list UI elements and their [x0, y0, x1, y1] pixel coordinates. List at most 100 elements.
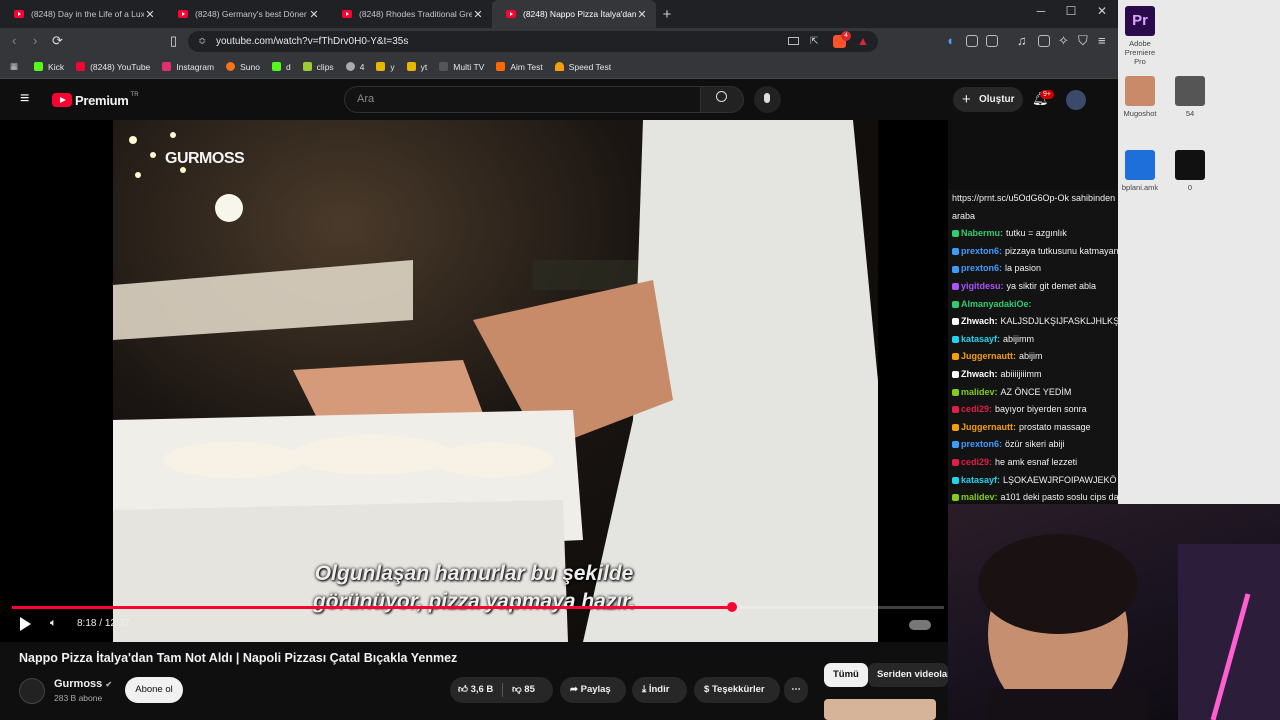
chat-username[interactable]: prexton6: — [961, 263, 1002, 273]
chat-username[interactable]: cedi29: — [961, 457, 992, 467]
bookmark-item[interactable]: d — [271, 62, 291, 72]
chat-badge-icon — [952, 388, 959, 396]
account-avatar[interactable] — [1066, 90, 1086, 110]
video-title: Nappo Pizza İtalya'dan Tam Not Aldı | Na… — [19, 651, 458, 665]
play-icon[interactable] — [20, 617, 31, 631]
chat-username[interactable]: Nabermu: — [961, 228, 1003, 238]
video-player[interactable]: GURMOSS Olgunlaşan hamurlar bu şekilde g… — [0, 120, 948, 642]
bookmark-item[interactable]: Kick — [34, 62, 64, 72]
address-bar[interactable]: ≎ youtube.com/watch?v=fThDrv0H0-Y&t=35s … — [188, 31, 878, 52]
bookmark-item[interactable]: Instagram — [162, 62, 214, 72]
chat-badge-icon — [952, 247, 959, 255]
bookmark-item[interactable]: Suno — [226, 62, 260, 72]
menu-icon[interactable]: ≡ — [1098, 33, 1106, 48]
chat-badge-icon — [952, 371, 959, 379]
stream-chat-overlay: https://prnt.sc/u5OdG6Op-Ok sahibinden d… — [948, 190, 1118, 502]
chat-username[interactable]: malidev: — [961, 492, 998, 502]
chat-username[interactable]: katasayf: — [961, 334, 1000, 344]
close-tab-icon[interactable]: ✕ — [144, 8, 156, 21]
apps-grid-icon[interactable]: ▦ — [10, 61, 18, 72]
bookmark-item[interactable]: 4 — [345, 62, 364, 72]
chat-username[interactable]: Juggernautt: — [961, 351, 1016, 361]
more-actions-button[interactable]: ⋯ — [784, 677, 808, 703]
leo-icon[interactable]: ✧ — [1058, 33, 1069, 49]
browser-tab[interactable]: (8248) Day in the Life of a Luxury Car✕ — [0, 0, 164, 28]
forward-icon[interactable]: › — [33, 33, 37, 48]
close-window-icon[interactable]: ✕ — [1087, 4, 1117, 18]
chat-username[interactable]: malidev: — [961, 387, 998, 397]
chat-username[interactable]: Juggernautt: — [961, 422, 1016, 432]
subscribe-button[interactable]: Abone ol — [125, 677, 183, 703]
cast-icon[interactable] — [788, 37, 799, 45]
chat-message: Zhwach:KALJSDJLKŞIJFASKLJHLKŞJASHJKLŞASD… — [952, 313, 1118, 331]
search-button[interactable] — [700, 86, 744, 113]
brave-rewards-icon[interactable]: ▲ — [857, 31, 869, 52]
desktop-icon-0[interactable]: 0 — [1168, 150, 1212, 192]
extensions-icon[interactable] — [986, 35, 998, 47]
chat-message: prexton6:pizzaya tutkusunu katmayanlarla… — [952, 243, 1118, 261]
youtube-logo[interactable]: Premium TR — [52, 92, 139, 108]
bookmark-folder[interactable]: y — [376, 62, 395, 72]
progress-bar[interactable] — [12, 602, 944, 612]
chip-series[interactable]: Seriden videolar — [868, 663, 948, 687]
desktop-icon-bplani[interactable]: bplani.amk — [1118, 150, 1162, 192]
thanks-button[interactable]: $ Teşekkürler — [694, 677, 780, 703]
minimize-icon[interactable]: ─ — [1026, 4, 1056, 18]
create-button[interactable]: + Oluştur — [953, 87, 1023, 112]
chat-username[interactable]: yigitdesu: — [961, 281, 1004, 291]
bookmark-icon[interactable]: ▯ — [170, 33, 177, 49]
close-tab-icon[interactable]: ✕ — [308, 8, 320, 21]
chat-username[interactable]: cedi29: — [961, 404, 992, 414]
desktop-icon-mugoshot[interactable]: Mugoshot — [1118, 76, 1162, 118]
chat-username[interactable]: Zhwach: — [961, 316, 998, 326]
site-info-icon[interactable]: ≎ — [198, 31, 206, 52]
bookmark-item[interactable]: clips — [302, 62, 334, 72]
vpn-icon[interactable]: ⛉ — [1078, 33, 1088, 49]
download-button[interactable]: ⤓ İndir — [632, 677, 687, 703]
bookmark-item[interactable]: (8248) YouTube — [76, 62, 150, 72]
chat-badge-icon — [952, 300, 959, 308]
search-input[interactable]: Ara — [344, 86, 701, 113]
bookmark-item[interactable]: Multi TV — [439, 62, 484, 72]
like-button[interactable]: 👍︎ 3,6 B — [458, 677, 493, 703]
wallet-icon[interactable] — [1038, 35, 1050, 47]
maximize-icon[interactable]: ☐ — [1056, 4, 1086, 18]
voice-search-button[interactable] — [754, 86, 781, 113]
bookmark-folder[interactable]: yt — [406, 62, 427, 72]
dislike-button[interactable]: 👎︎ 85 — [512, 677, 535, 703]
music-icon[interactable]: ♫ — [1017, 33, 1027, 48]
new-tab-button[interactable]: + — [656, 6, 678, 23]
chat-username[interactable]: prexton6: — [961, 439, 1002, 449]
download-icon: ⤓ — [642, 684, 647, 695]
chat-username[interactable]: prexton6: — [961, 246, 1002, 256]
notification-badge: 9+ — [1040, 90, 1054, 99]
bookmark-item[interactable]: Speed Test — [554, 62, 611, 72]
chip-all[interactable]: Tümü — [824, 663, 868, 687]
chat-username[interactable]: AlmanyadakiOe: — [961, 299, 1032, 309]
recommended-thumbnail[interactable] — [824, 699, 936, 720]
desktop-icon-premiere[interactable]: Pr Adobe Premiere Pro — [1118, 6, 1162, 66]
browser-tab-active[interactable]: (8248) Nappo Pizza İtalya'dan Tam✕ — [492, 0, 656, 28]
hamburger-menu-icon[interactable]: ≡ — [20, 90, 29, 108]
browser-tab-strip: (8248) Day in the Life of a Luxury Car✕ … — [0, 0, 1118, 28]
close-tab-icon[interactable]: ✕ — [472, 8, 484, 21]
close-tab-icon[interactable]: ✕ — [636, 8, 648, 21]
volume-icon[interactable]: 🔈︎ — [50, 617, 57, 630]
autoplay-toggle[interactable] — [909, 620, 931, 630]
channel-avatar[interactable] — [19, 678, 45, 704]
bookmark-item[interactable]: Aim Test — [496, 62, 543, 72]
desktop-icon-54[interactable]: 54 — [1168, 76, 1212, 118]
browser-tab[interactable]: (8248) Rhodes Traditional Greek Koko✕ — [328, 0, 492, 28]
channel-name[interactable]: Gurmoss ✔ — [54, 678, 112, 690]
reader-icon[interactable] — [966, 35, 978, 47]
share-icon[interactable]: ⇱ — [810, 31, 818, 52]
browser-tab[interactable]: (8248) Germany's best Döner Kebap!✕ — [164, 0, 328, 28]
chat-message: prexton6: özür sikeri abiji — [952, 436, 1118, 454]
back-icon[interactable]: ‹ — [12, 33, 16, 48]
audio-icon[interactable]: ◖ — [946, 33, 954, 48]
tv-icon — [439, 62, 449, 71]
chat-username[interactable]: katasayf: — [961, 475, 1000, 485]
share-button[interactable]: ➦ Paylaş — [560, 677, 626, 703]
chat-username[interactable]: Zhwach: — [961, 369, 998, 379]
reload-icon[interactable]: ⟳ — [52, 33, 63, 49]
